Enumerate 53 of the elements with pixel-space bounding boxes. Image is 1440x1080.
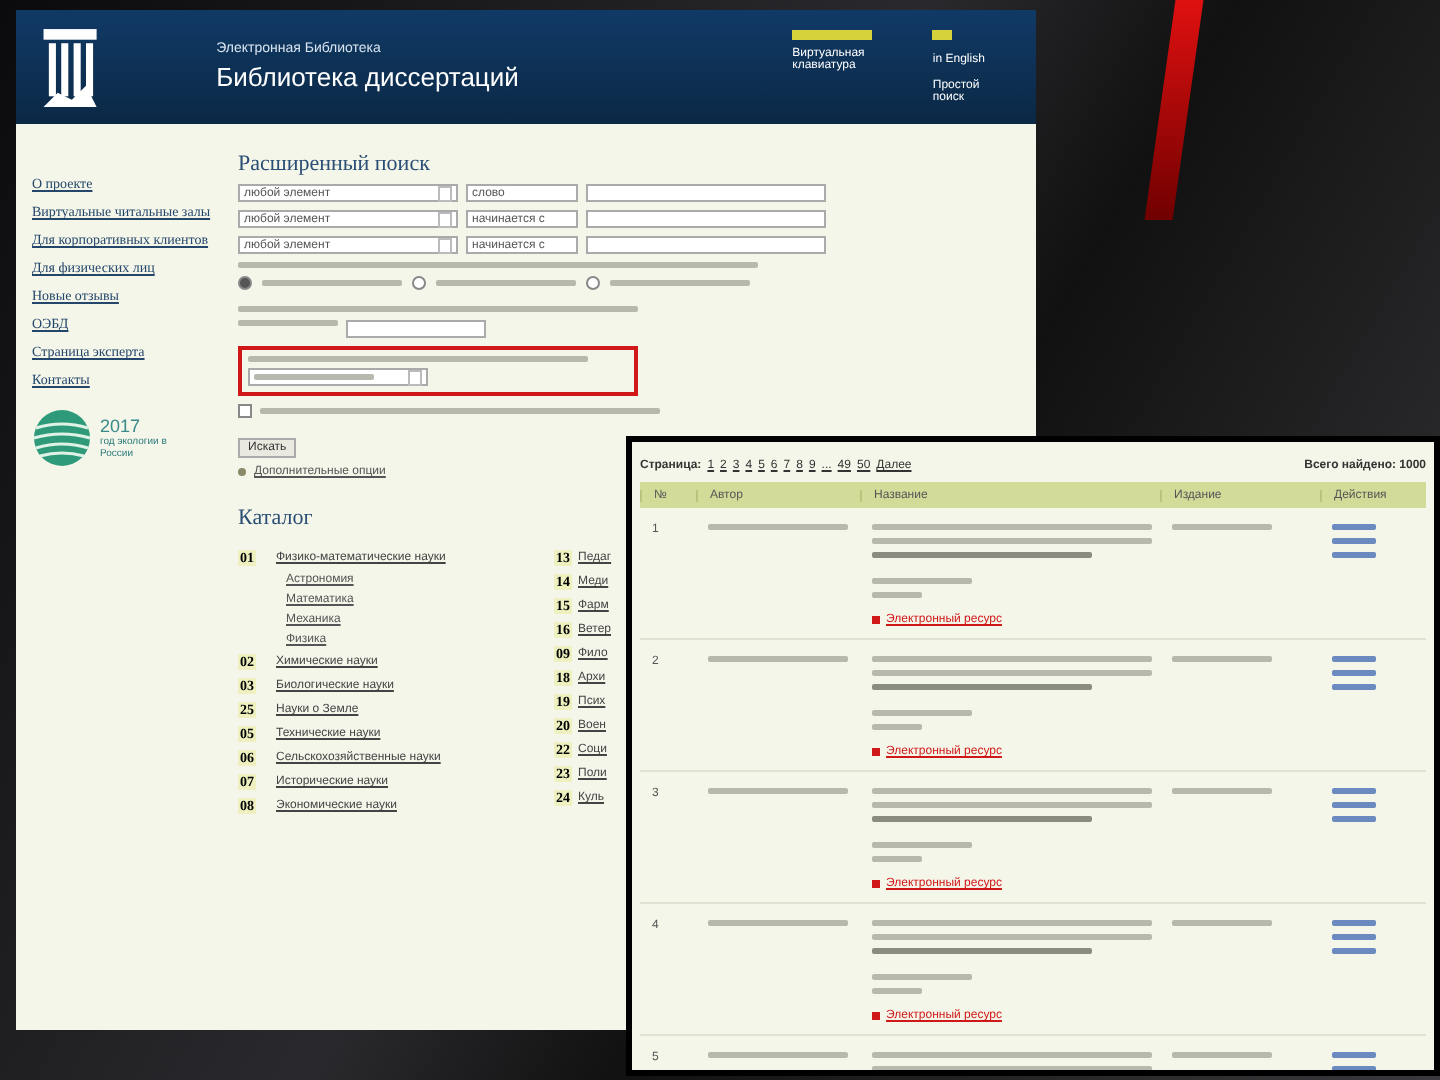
action-link-line[interactable] — [1332, 934, 1376, 940]
action-link-line[interactable] — [1332, 552, 1376, 558]
blurred-text-line — [872, 856, 922, 862]
action-link-line[interactable] — [1332, 802, 1376, 808]
blurred-text-line — [1172, 920, 1272, 926]
blurred-text-line — [254, 374, 374, 380]
search-heading: Расширенный поиск — [238, 152, 430, 176]
action-link-line[interactable] — [1332, 670, 1376, 676]
action-link-line[interactable] — [1332, 816, 1376, 822]
blurred-text-line — [872, 578, 972, 584]
blurred-text-line — [708, 920, 848, 926]
blurred-text-line — [708, 656, 848, 662]
blurred-text-line — [436, 280, 576, 286]
action-link-line[interactable] — [1332, 920, 1376, 926]
blurred-text-line — [1172, 524, 1272, 530]
action-link-line[interactable] — [1332, 684, 1376, 690]
radio-button[interactable] — [586, 276, 600, 290]
select-field[interactable] — [248, 368, 428, 386]
blurred-text-line — [262, 280, 402, 286]
highlight-mark — [792, 30, 873, 40]
catalog-heading: Каталог — [238, 506, 313, 530]
blurred-text-line — [872, 988, 922, 994]
spinner-icon — [408, 369, 422, 385]
blurred-text-line — [872, 724, 922, 730]
action-link-line[interactable] — [1332, 948, 1376, 954]
blurred-text-line — [610, 280, 750, 286]
logo-year: 2017 — [100, 416, 143, 437]
action-link-line[interactable] — [1332, 524, 1376, 530]
blurred-text-line — [1172, 788, 1272, 794]
blurred-text-line — [1172, 656, 1272, 662]
action-link-line[interactable] — [1332, 538, 1376, 544]
action-link-line[interactable] — [1332, 656, 1376, 662]
blurred-text-line — [872, 974, 972, 980]
search-input[interactable] — [586, 210, 826, 228]
blurred-text-line — [1172, 1052, 1272, 1058]
blurred-text-line — [872, 710, 972, 716]
blurred-text-line — [708, 788, 848, 794]
radio-button[interactable] — [238, 276, 252, 290]
striped-globe-icon — [32, 408, 92, 469]
blurred-text-line — [872, 592, 922, 598]
search-input[interactable] — [586, 184, 826, 202]
action-link-line[interactable] — [1332, 788, 1376, 794]
search-input[interactable] — [586, 236, 826, 254]
blurred-text-line — [238, 320, 338, 326]
action-link-line[interactable] — [1332, 1052, 1376, 1058]
radio-button[interactable] — [412, 276, 426, 290]
blurred-text-line — [872, 842, 972, 848]
input-field[interactable] — [346, 320, 486, 338]
highlight-mark — [932, 30, 953, 40]
checkbox[interactable] — [238, 404, 252, 418]
blurred-text-line — [708, 1052, 848, 1058]
site-title: Библиотека диссертаций — [216, 62, 521, 92]
blurred-text-line — [708, 524, 848, 530]
